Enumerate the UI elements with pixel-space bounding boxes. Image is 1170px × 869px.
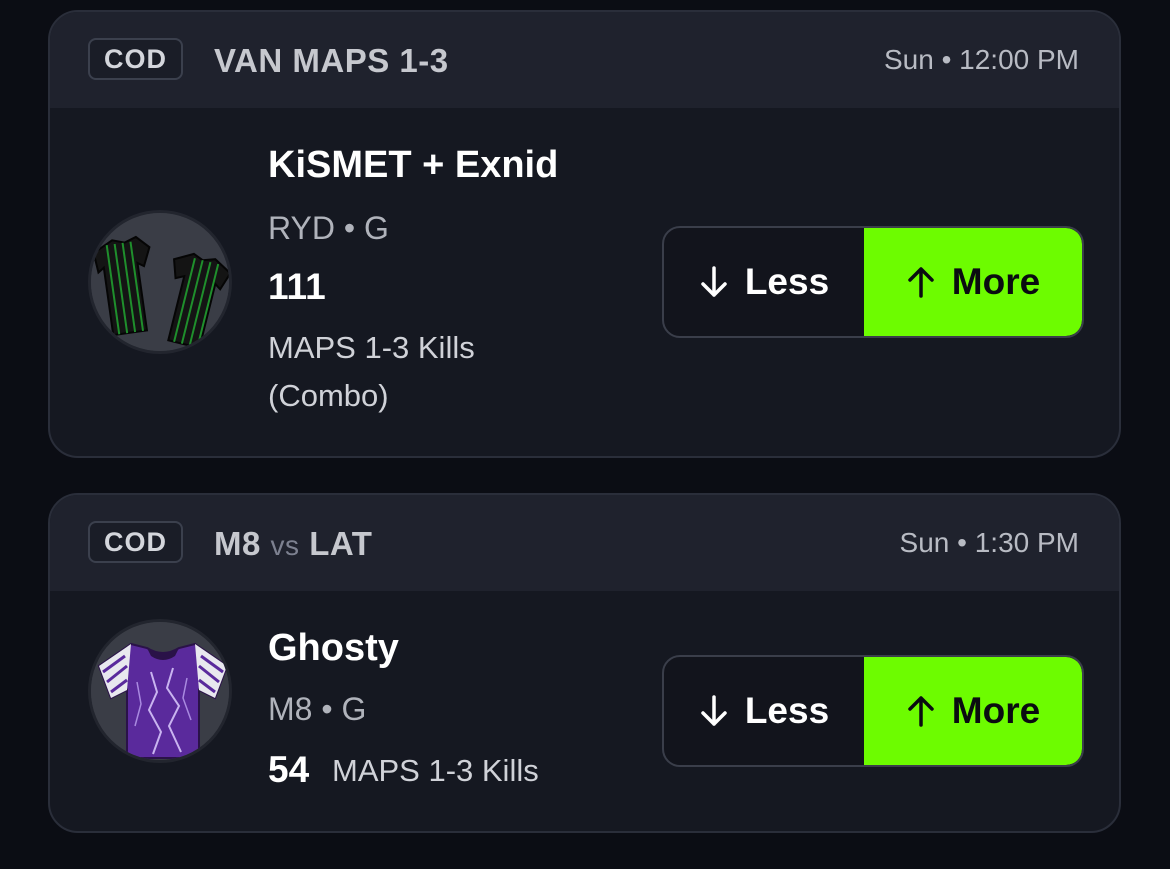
jersey-purple-icon — [91, 622, 229, 760]
card-header: COD VAN MAPS 1-3 Sun • 12:00 PM — [50, 12, 1119, 108]
projection-line: 111 — [268, 266, 326, 307]
matchup-label: M8 vs LAT — [214, 525, 372, 563]
less-button[interactable]: Less — [664, 657, 864, 765]
arrow-up-icon — [906, 694, 936, 728]
pick-toggle: Less More — [662, 655, 1084, 767]
less-label: Less — [744, 261, 830, 302]
player-name: Ghosty — [268, 627, 399, 669]
less-label: Less — [744, 690, 830, 731]
team-a: M8 — [214, 525, 261, 562]
jersey-avatar — [88, 210, 232, 354]
pick-toggle: Less More — [662, 226, 1084, 338]
more-button[interactable]: More — [864, 657, 1082, 765]
more-label: More — [951, 690, 1041, 731]
projection-card[interactable]: COD VAN MAPS 1-3 Sun • 12:00 PM KiSMET +… — [48, 10, 1121, 458]
game-time: Sun • 12:00 PM — [883, 44, 1079, 75]
team-position: RYD • G — [268, 210, 389, 246]
arrow-down-icon — [699, 265, 729, 299]
league-badge: COD — [88, 38, 183, 80]
more-button[interactable]: More — [864, 228, 1082, 336]
stat-type: MAPS 1-3 Kills — [332, 753, 539, 788]
game-time: Sun • 1:30 PM — [899, 527, 1079, 558]
league-badge: COD — [88, 521, 183, 563]
stat-type: MAPS 1-3 Kills (Combo) — [268, 330, 475, 413]
projection-line: 54 — [268, 749, 310, 790]
vs-label: vs — [270, 530, 300, 561]
card-header: COD M8 vs LAT Sun • 1:30 PM — [50, 495, 1119, 591]
jersey-avatar — [88, 619, 232, 763]
player-name: KiSMET + Exnid — [268, 144, 559, 186]
team-b: LAT — [309, 525, 373, 562]
team-position: M8 • G — [268, 691, 367, 727]
projection-card[interactable]: COD M8 vs LAT Sun • 1:30 PM Ghosty M8 • … — [48, 493, 1121, 833]
less-button[interactable]: Less — [664, 228, 864, 336]
arrow-up-icon — [906, 265, 936, 299]
arrow-down-icon — [699, 694, 729, 728]
jersey-black-green-icon — [91, 213, 229, 351]
more-label: More — [951, 261, 1041, 302]
matchup-label: VAN MAPS 1-3 — [214, 42, 449, 79]
